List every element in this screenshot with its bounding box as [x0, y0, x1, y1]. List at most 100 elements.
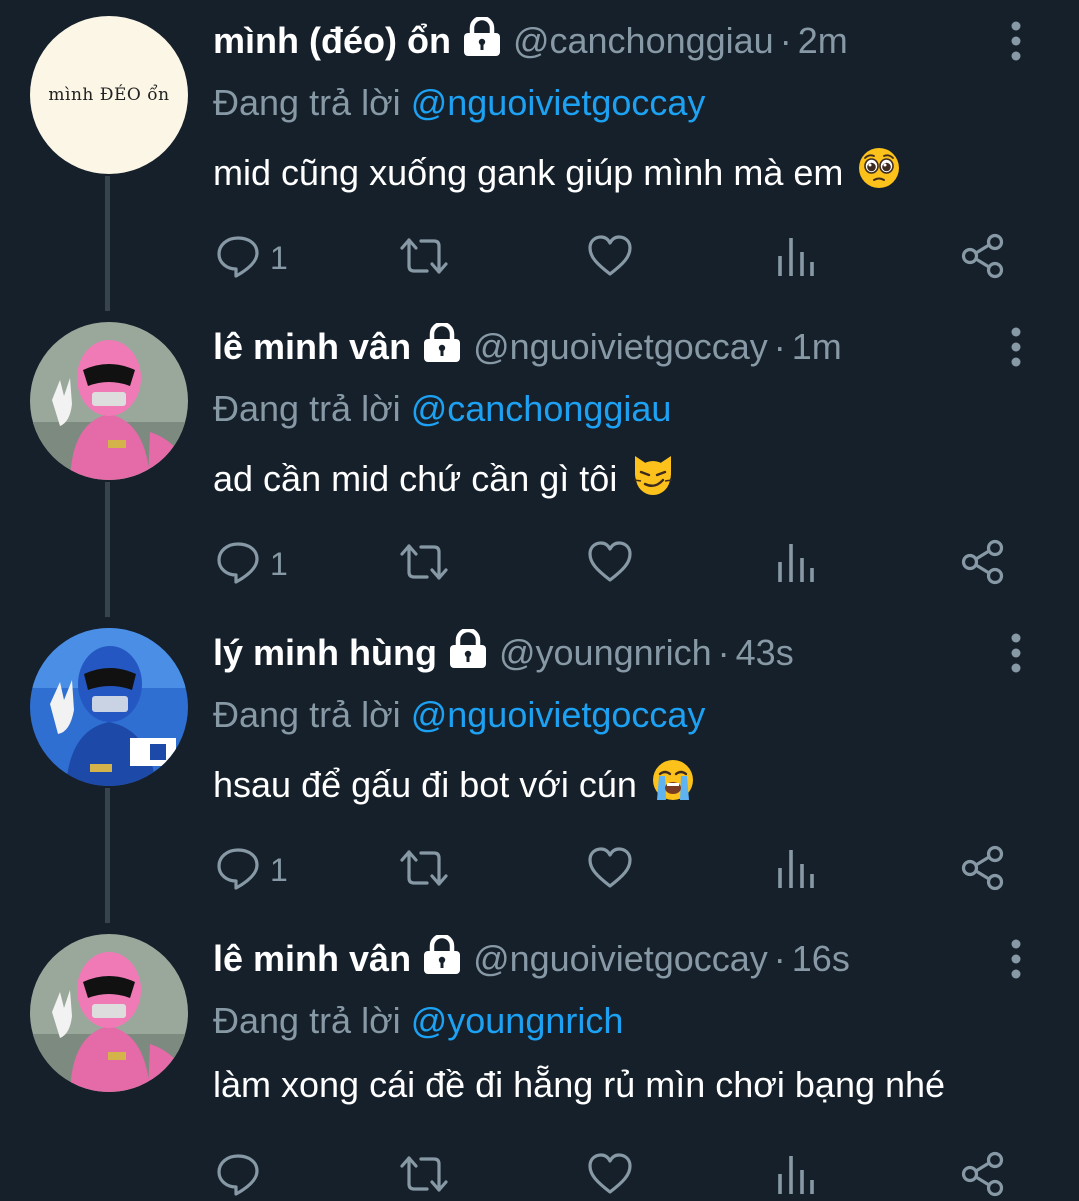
mention-link[interactable]: @youngnrich — [411, 1000, 624, 1041]
user-handle[interactable]: @canchonggiau — [513, 20, 774, 62]
loudly-crying-face-icon — [651, 758, 695, 811]
avatar[interactable] — [30, 322, 188, 480]
timestamp[interactable]: 16s — [792, 938, 850, 980]
retweet-icon — [399, 846, 449, 895]
tweet-text-body: hsau để gấu đi bot với cún — [213, 763, 637, 805]
more-options-icon[interactable] — [1002, 326, 1030, 368]
analytics-button[interactable] — [776, 842, 816, 898]
like-button[interactable] — [587, 230, 633, 286]
display-name[interactable]: lý minh hùng — [213, 632, 437, 674]
more-options-icon[interactable] — [1002, 938, 1030, 980]
analytics-button[interactable] — [776, 536, 816, 592]
retweet-button[interactable] — [399, 1148, 449, 1201]
avatar[interactable] — [30, 628, 188, 786]
tweet[interactable]: lý minh hùng @youngnrich · 43s Đang trả … — [0, 624, 1079, 930]
analytics-button[interactable] — [776, 230, 816, 286]
display-name[interactable]: mình (đéo) ổn — [213, 20, 451, 62]
display-name[interactable]: lê minh vân — [213, 326, 411, 368]
like-button[interactable] — [587, 536, 633, 592]
share-icon — [960, 233, 1006, 284]
mention-link[interactable]: @nguoivietgoccay — [411, 82, 706, 123]
replying-to: Đang trả lời @canchonggiau — [213, 388, 671, 430]
like-button[interactable] — [587, 842, 633, 898]
tweet[interactable]: lê minh vân @nguoivietgoccay · 16s Đang … — [0, 930, 1079, 1201]
user-handle[interactable]: @youngnrich — [499, 632, 712, 674]
retweet-icon — [399, 1152, 449, 1201]
separator: · — [779, 20, 792, 61]
share-button[interactable] — [960, 230, 1006, 286]
reply-button[interactable]: 1 — [216, 536, 288, 592]
tweet[interactable]: mình ĐÉO ổn mình (đéo) ổn @canchonggiau … — [0, 12, 1079, 318]
mention-link[interactable]: @nguoivietgoccay — [411, 694, 706, 735]
lock-icon — [421, 933, 463, 984]
like-button[interactable] — [587, 1148, 633, 1201]
share-button[interactable] — [960, 1148, 1006, 1201]
reply-count: 1 — [270, 545, 288, 582]
user-handle[interactable]: @nguoivietgoccay — [473, 326, 768, 368]
analytics-icon — [776, 540, 816, 589]
replying-to-label: Đang trả lời — [213, 694, 401, 735]
reply-icon — [216, 540, 260, 589]
retweet-icon — [399, 540, 449, 589]
more-options-icon[interactable] — [1002, 20, 1030, 62]
tweet-text: ad cần mid chứ cần gì tôi — [213, 452, 675, 505]
reply-icon — [216, 234, 260, 283]
retweet-button[interactable] — [399, 230, 449, 286]
lock-icon — [461, 15, 503, 66]
tweet-text: hsau để gấu đi bot với cún — [213, 758, 695, 811]
heart-icon — [587, 540, 633, 589]
tweet-actions: 1 — [0, 230, 1079, 286]
display-name[interactable]: lê minh vân — [213, 938, 411, 980]
timestamp[interactable]: 43s — [736, 632, 794, 674]
share-icon — [960, 845, 1006, 896]
lock-icon — [447, 627, 489, 678]
lock-icon — [421, 321, 463, 372]
retweet-button[interactable] — [399, 536, 449, 592]
tweet-header: lê minh vân @nguoivietgoccay · 1m — [213, 321, 842, 372]
share-icon — [960, 539, 1006, 590]
share-button[interactable] — [960, 842, 1006, 898]
tweet-actions: 1 — [0, 536, 1079, 592]
analytics-icon — [776, 846, 816, 895]
mention-link[interactable]: @canchonggiau — [411, 388, 672, 429]
heart-icon — [587, 234, 633, 283]
tweet-text-body: làm xong cái đề đi hẵng rủ mìn chơi bạng… — [213, 1064, 946, 1105]
reply-button[interactable]: 1 — [216, 842, 288, 898]
tweet-actions: 1 — [0, 842, 1079, 898]
replying-to: Đang trả lời @nguoivietgoccay — [213, 694, 705, 736]
analytics-icon — [776, 1152, 816, 1201]
timestamp[interactable]: 1m — [792, 326, 842, 368]
tweet-header: lê minh vân @nguoivietgoccay · 16s — [213, 933, 850, 984]
avatar[interactable]: mình ĐÉO ổn — [30, 16, 188, 174]
replying-to-label: Đang trả lời — [213, 388, 401, 429]
user-handle[interactable]: @nguoivietgoccay — [473, 938, 768, 980]
tweet-actions — [0, 1148, 1079, 1201]
reply-icon — [216, 1152, 260, 1201]
more-options-icon[interactable] — [1002, 632, 1030, 674]
replying-to-label: Đang trả lời — [213, 1000, 401, 1041]
smirking-cat-icon — [631, 452, 675, 505]
timestamp[interactable]: 2m — [798, 20, 848, 62]
conversation-thread: mình ĐÉO ổn mình (đéo) ổn @canchonggiau … — [0, 0, 1079, 1201]
analytics-button[interactable] — [776, 1148, 816, 1201]
pleading-face-icon — [857, 146, 901, 199]
retweet-button[interactable] — [399, 842, 449, 898]
tweet-header: mình (đéo) ổn @canchonggiau · 2m — [213, 15, 848, 66]
reply-button[interactable] — [216, 1148, 270, 1201]
replying-to: Đang trả lời @nguoivietgoccay — [213, 82, 705, 124]
heart-icon — [587, 1152, 633, 1201]
avatar[interactable] — [30, 934, 188, 1092]
separator: · — [773, 326, 786, 367]
reply-count: 1 — [270, 239, 288, 276]
tweet[interactable]: lê minh vân @nguoivietgoccay · 1m Đang t… — [0, 318, 1079, 624]
tweet-text: làm xong cái đề đi hẵng rủ mìn chơi bạng… — [213, 1064, 945, 1106]
avatar-text: mình ĐÉO ổn — [48, 85, 170, 105]
share-icon — [960, 1151, 1006, 1201]
reply-button[interactable]: 1 — [216, 230, 288, 286]
tweet-text-body: ad cần mid chứ cần gì tôi — [213, 457, 618, 499]
replying-to-label: Đang trả lời — [213, 82, 401, 123]
separator: · — [773, 938, 786, 979]
replying-to: Đang trả lời @youngnrich — [213, 1000, 623, 1042]
tweet-text: mid cũng xuống gank giúp mình mà em — [213, 146, 901, 199]
share-button[interactable] — [960, 536, 1006, 592]
